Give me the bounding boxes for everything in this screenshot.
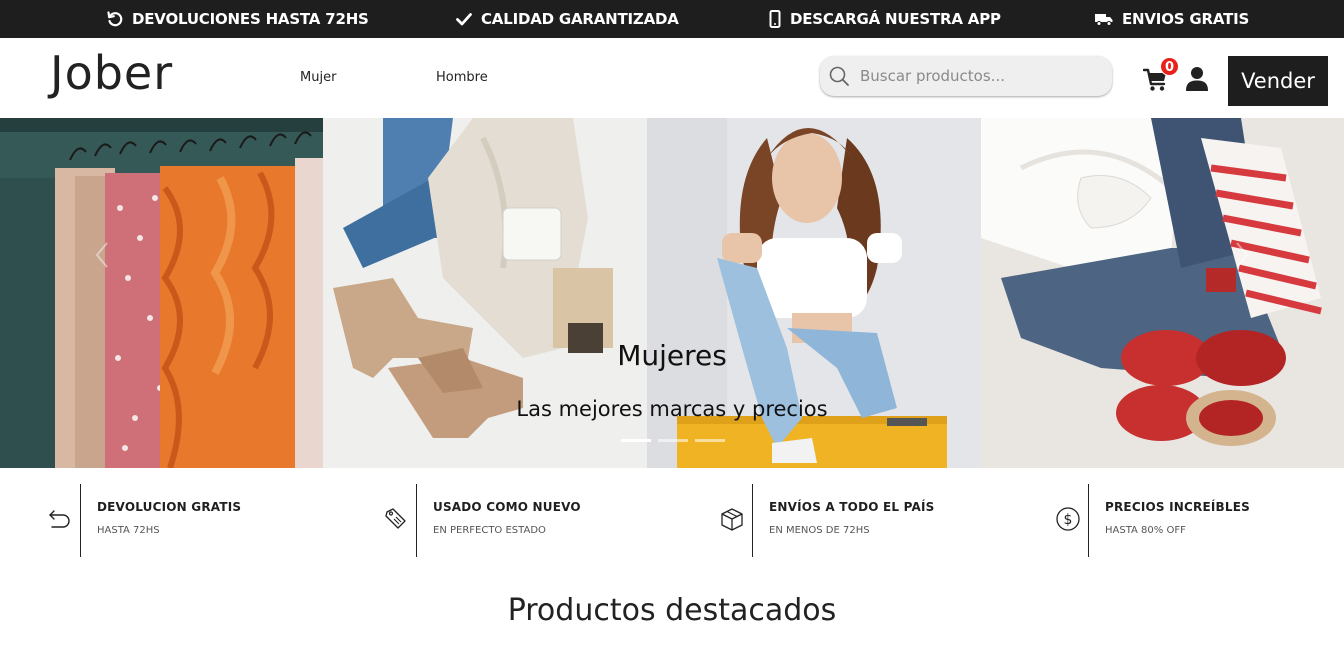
promo-bar: DEVOLUCIONES HASTA 72HS CALIDAD GARANTIZ… bbox=[0, 0, 1344, 38]
promo-app[interactable]: DESCARGÁ NUESTRA APP bbox=[768, 0, 1001, 38]
dollar-coin-icon: $ bbox=[1056, 507, 1080, 531]
carousel-next-icon[interactable] bbox=[1232, 240, 1252, 270]
sell-button[interactable]: Vender bbox=[1228, 56, 1328, 106]
package-box-icon bbox=[721, 508, 743, 531]
mobile-phone-icon bbox=[769, 10, 781, 28]
hero-carousel: Mujeres Las mejores marcas y precios bbox=[0, 118, 1344, 468]
carousel-indicators bbox=[621, 439, 725, 442]
site-header: Jober Mujer Hombre 0 Vender bbox=[0, 38, 1344, 118]
user-account-icon[interactable] bbox=[1185, 66, 1209, 92]
site-logo[interactable]: Jober bbox=[50, 46, 173, 100]
feature-subtitle: EN MENOS DE 72HS bbox=[769, 525, 870, 536]
return-arrow-icon bbox=[49, 510, 70, 528]
feature-title: USADO COMO NUEVO bbox=[433, 500, 581, 514]
search-icon[interactable] bbox=[828, 65, 850, 87]
feature-divider bbox=[416, 484, 417, 557]
truck-icon bbox=[1095, 14, 1113, 26]
feature-title: DEVOLUCION GRATIS bbox=[97, 500, 242, 514]
checkmark-icon bbox=[456, 13, 472, 26]
price-tag-icon bbox=[385, 508, 406, 529]
nav-link-mujer[interactable]: Mujer bbox=[300, 70, 336, 85]
feature-title: ENVÍOS A TODO EL PAÍS bbox=[769, 500, 935, 514]
promo-label: DEVOLUCIONES HASTA 72HS bbox=[132, 10, 369, 28]
promo-label: DESCARGÁ NUESTRA APP bbox=[790, 10, 1001, 28]
search-bar[interactable] bbox=[820, 56, 1112, 96]
promo-returns: DEVOLUCIONES HASTA 72HS bbox=[106, 0, 369, 38]
feature-subtitle: EN PERFECTO ESTADO bbox=[433, 525, 546, 536]
promo-shipping: ENVIOS GRATIS bbox=[1094, 0, 1249, 38]
feature-divider bbox=[1088, 484, 1089, 557]
carousel-prev-icon[interactable] bbox=[92, 240, 112, 270]
promo-label: ENVIOS GRATIS bbox=[1122, 10, 1250, 28]
feature-title: PRECIOS INCREÍBLES bbox=[1105, 500, 1250, 514]
feature-divider bbox=[752, 484, 753, 557]
carousel-dot[interactable] bbox=[621, 439, 651, 442]
hero-subtitle: Las mejores marcas y precios bbox=[516, 397, 828, 421]
feature-subtitle: HASTA 72HS bbox=[97, 525, 160, 536]
feature-divider bbox=[80, 484, 81, 557]
return-arrow-icon bbox=[107, 11, 123, 27]
carousel-dot[interactable] bbox=[658, 439, 688, 442]
carousel-dot[interactable] bbox=[695, 439, 725, 442]
nav-link-hombre[interactable]: Hombre bbox=[436, 70, 488, 85]
featured-products-title: Productos destacados bbox=[507, 593, 837, 628]
features-strip: DEVOLUCION GRATIS HASTA 72HS USADO COMO … bbox=[0, 468, 1344, 568]
cart-count-badge: 0 bbox=[1160, 57, 1179, 76]
hero-title: Mujeres bbox=[617, 339, 727, 372]
feature-subtitle: HASTA 80% OFF bbox=[1105, 525, 1186, 536]
promo-label: CALIDAD GARANTIZADA bbox=[481, 10, 679, 28]
promo-quality: CALIDAD GARANTIZADA bbox=[455, 0, 679, 38]
search-input[interactable] bbox=[860, 67, 1100, 85]
svg-text:$: $ bbox=[1064, 512, 1073, 528]
